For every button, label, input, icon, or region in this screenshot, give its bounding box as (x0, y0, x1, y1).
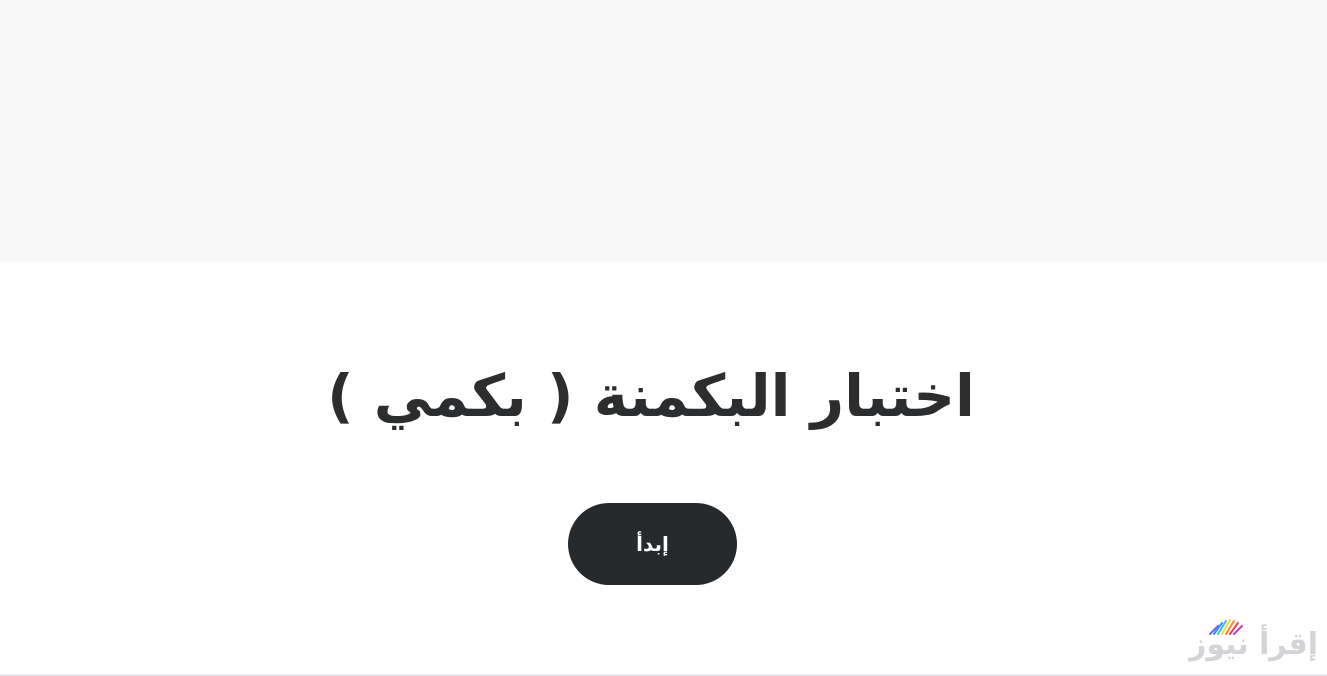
quiz-landing-page: اختبار البكمنة ( بكمي ) إبدأ إقرأ نيوز (0, 0, 1327, 676)
watermark-logo: إقرأ نيوز (1189, 616, 1322, 664)
hero-section: اختبار البكمنة ( بكمي ) إبدأ (0, 262, 1327, 674)
page-title: اختبار البكمنة ( بكمي ) (327, 362, 975, 430)
start-button[interactable]: إبدأ (568, 503, 737, 585)
top-banner (0, 0, 1327, 262)
watermark-text: إقرأ نيوز (1189, 627, 1318, 662)
